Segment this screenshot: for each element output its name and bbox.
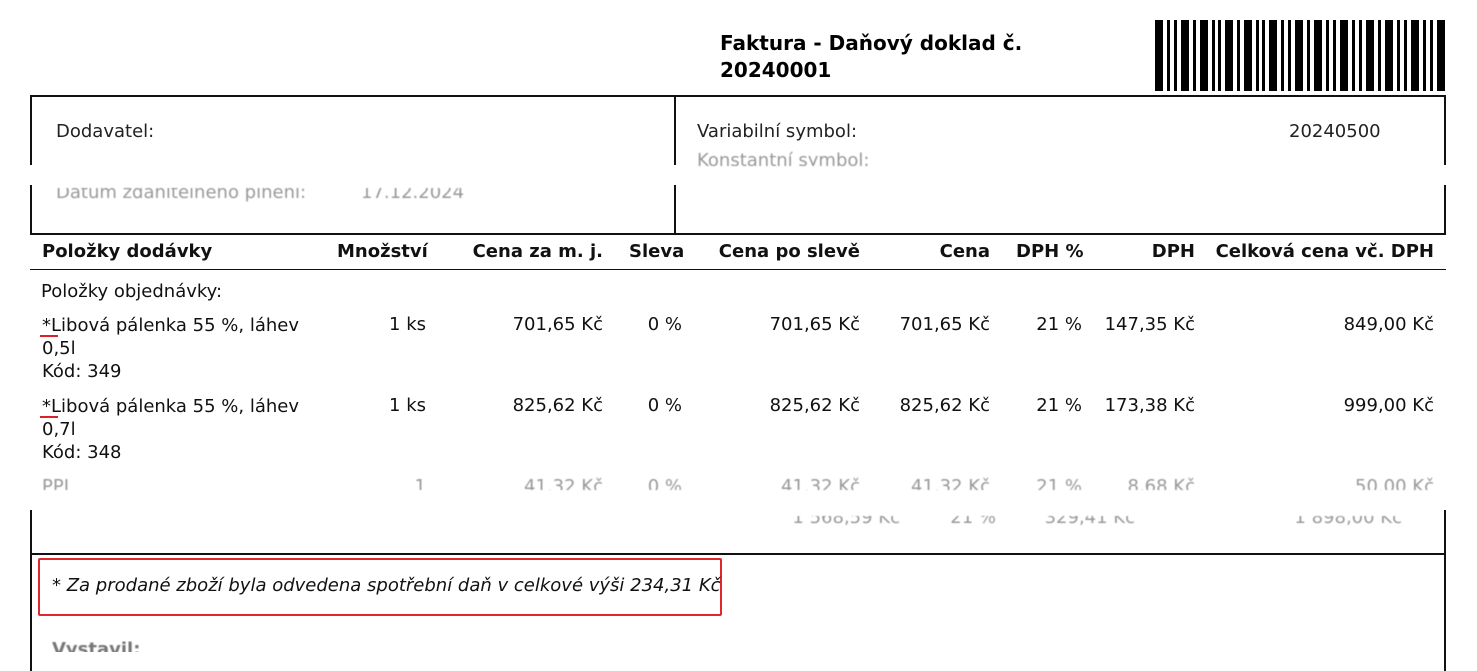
constant-symbol-label: Konstantní symbol: [697,150,870,166]
row2-unit-price: 825,62 Kč [512,395,603,416]
col-header-items: Položky dodávky [42,241,213,262]
excise-underline [40,335,58,337]
row2-qty: 1 ks [389,395,426,416]
constant-symbol-row: Konstantní symbol: [697,150,997,166]
excise-tax-footnote: * Za prodané zboží byla odvedena spotřeb… [52,575,721,596]
supplier-label: Dodavatel: [56,121,155,142]
row3-vat: 8,68 Kč [1127,476,1196,490]
section-label: Položky objednávky: [41,281,223,302]
excise-marker: * [40,315,58,337]
frame-right-border-bottom [1444,510,1446,671]
table-row-faded: PPL 1 41,32 Kč 0 % 41,32 Kč 41,32 Kč 21 … [30,476,1446,490]
col-header-price: Cena [939,241,990,262]
col-header-vat-rate: DPH % [1016,241,1084,262]
invoice-number: 20240001 [720,58,832,82]
item-code: Kód: 348 [42,442,122,463]
table-header-border [30,269,1446,270]
row3-discount: 0 % [647,476,682,490]
table-row: * Libová pálenka 55 %, láhev 0,7l Kód: 34… [40,395,300,464]
row1-unit-price: 701,65 Kč [512,314,603,335]
col-header-vat: DPH [1151,241,1195,262]
row3-vat-rate: 21 % [1036,476,1082,490]
row2-price-after-discount: 825,62 Kč [769,395,860,416]
row2-total: 999,00 Kč [1343,395,1434,416]
row1-vat-rate: 21 % [1036,314,1082,335]
row3-price-after-discount: 41,32 Kč [781,476,860,490]
frame-left-border-mid [30,185,32,235]
col-header-quantity: Množství [337,241,428,262]
frame-right-border-mid [1444,185,1446,235]
frame-left-border-top [30,95,32,165]
row3-unit-price: 41,32 Kč [524,476,603,490]
row1-total: 849,00 Kč [1343,314,1434,335]
col-header-unit-price: Cena za m. j. [472,241,603,262]
excise-marker: * [40,396,58,418]
frame-top-border [30,95,1446,97]
tax-date-row: Datum zdanitelného plnění: 17.12.2024 [56,188,506,206]
variable-symbol-label: Variabilní symbol: [697,121,858,142]
summary-base: 1 568,59 Kč [792,516,900,528]
col-header-total: Celková cena vč. DPH [1215,241,1434,262]
barcode-image [1155,20,1445,91]
row2-discount: 0 % [647,395,682,416]
excise-underline [40,416,58,418]
frame-right-border-top [1444,95,1446,165]
summary-total: 1 898,00 Kč [1294,516,1402,528]
col-header-discount: Sleva [629,241,685,262]
item-code: Kód: 349 [42,361,122,382]
invoice-title: Faktura - Daňový doklad č. 20240001 [720,30,1022,84]
table-row: * Libová pálenka 55 %, láhev 0,5l Kód: 34… [40,314,300,383]
summary-row: 1 568,59 Kč 21 % 329,41 Kč 1 898,00 Kč [30,516,1446,530]
item-name: Libová pálenka 55 %, láhev [51,315,300,336]
frame-center-divider-lower [674,185,676,235]
issued-by-row: Vystavil: [52,640,252,652]
row2-vat: 173,38 Kč [1104,395,1195,416]
row1-discount: 0 % [647,314,682,335]
row3-price: 41,32 Kč [911,476,990,490]
item-name: Libová pálenka 55 %, láhev [51,396,300,417]
item-name-cont: 0,7l [42,419,76,440]
item-name-cont: 0,5l [42,338,76,359]
row2-vat-rate: 21 % [1036,395,1082,416]
invoice-title-line1: Faktura - Daňový doklad č. [720,31,1023,55]
frame-center-divider [674,95,676,165]
row1-price-after-discount: 701,65 Kč [769,314,860,335]
tax-date-label: Datum zdanitelného plnění: [56,188,307,203]
variable-symbol-value: 20240500 [1289,121,1381,142]
row3-qty: 1 [414,476,426,490]
row3-name: PPL [42,476,74,490]
row2-price: 825,62 Kč [899,395,990,416]
issued-by-label: Vystavil: [52,640,141,652]
row1-price: 701,65 Kč [899,314,990,335]
row1-qty: 1 ks [389,314,426,335]
summary-vat-rate: 21 % [950,516,996,528]
row3-total: 50,00 Kč [1355,476,1434,490]
table-bottom-border [30,553,1446,555]
col-header-price-after-discount: Cena po slevě [718,241,860,262]
summary-vat: 329,41 Kč [1044,516,1135,528]
tax-date-value: 17.12.2024 [361,188,465,203]
row1-vat: 147,35 Kč [1104,314,1195,335]
table-top-border [30,233,1446,235]
frame-left-border-bottom [30,510,32,671]
